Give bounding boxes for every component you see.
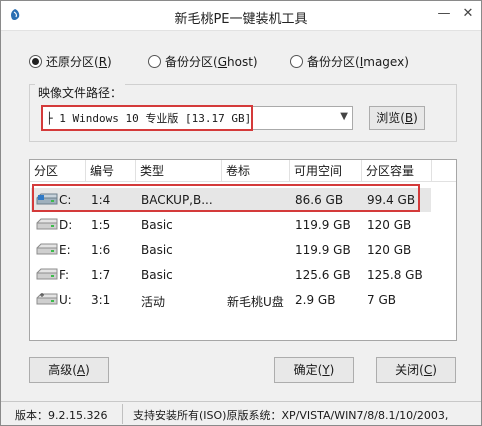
cell-id: 1:6 bbox=[91, 243, 111, 257]
radio-backup-imagex[interactable]: 备份分区(Imagex) bbox=[290, 52, 409, 70]
cell-label: 新毛桃U盘 bbox=[227, 295, 284, 309]
cell-size: 125.8 GB bbox=[367, 268, 423, 282]
radio-restore-label: 还原分区(R) bbox=[46, 54, 112, 69]
supported-systems-text: 支持安装所有(ISO)原版系统：XP/VISTA/WIN7/8/8.1/10/2… bbox=[133, 409, 449, 422]
window-title: 新毛桃PE一键装机工具 bbox=[174, 12, 308, 27]
radio-restore-partition[interactable]: 还原分区(R) bbox=[29, 52, 112, 70]
close-button[interactable]: 关闭(C) bbox=[376, 357, 456, 383]
cell-id: 3:1 bbox=[91, 293, 111, 307]
browse-button[interactable]: 浏览(B) bbox=[369, 106, 425, 130]
table-row[interactable]: F: 1:7 Basic 125.6 GB 125.8 GB bbox=[31, 263, 431, 287]
minimize-button[interactable]: — bbox=[433, 4, 455, 24]
radio-indicator[interactable] bbox=[29, 54, 42, 68]
hard-drive-icon bbox=[36, 243, 58, 255]
radio-backup-ghost-label: 备份分区(Ghost) bbox=[165, 54, 258, 69]
cell-type: 活动 bbox=[141, 295, 166, 309]
cell-free: 125.6 GB bbox=[295, 268, 351, 282]
radio-backup-ghost[interactable]: 备份分区(Ghost) bbox=[148, 52, 258, 70]
status-bar: 版本：9.2.15.326 支持安装所有(ISO)原版系统：XP/VISTA/W… bbox=[1, 401, 481, 425]
cell-type: Basic bbox=[141, 268, 173, 282]
hard-drive-icon bbox=[36, 218, 58, 230]
table-row[interactable]: D: 1:5 Basic 119.9 GB 120 GB bbox=[31, 213, 431, 237]
cell-type: Basic bbox=[141, 218, 173, 232]
table-header: 分区 编号 类型 卷标 可用空间 分区容量 bbox=[30, 160, 456, 182]
cell-type: Basic bbox=[141, 243, 173, 257]
cell-free: 119.9 GB bbox=[295, 218, 351, 232]
column-header-label[interactable]: 卷标 bbox=[222, 160, 290, 182]
image-path-label: 映像文件路径： bbox=[35, 84, 126, 101]
usb-drive-icon bbox=[36, 293, 58, 305]
column-header-number[interactable]: 编号 bbox=[86, 160, 136, 182]
cell-free: 119.9 GB bbox=[295, 243, 351, 257]
close-window-button[interactable]: ✕ bbox=[457, 4, 479, 24]
column-header-partition[interactable]: 分区 bbox=[30, 160, 86, 182]
ok-button[interactable]: 确定(Y) bbox=[274, 357, 354, 383]
cell-drive: F: bbox=[59, 268, 70, 282]
selected-row-highlight bbox=[32, 184, 420, 212]
status-divider bbox=[122, 404, 123, 424]
table-row[interactable]: U: 3:1 活动 新毛桃U盘 2.9 GB 7 GB bbox=[31, 288, 431, 312]
cell-id: 1:5 bbox=[91, 218, 111, 232]
cell-id: 1:7 bbox=[91, 268, 111, 282]
cell-drive: U: bbox=[59, 293, 72, 307]
cell-size: 7 GB bbox=[367, 293, 396, 307]
chevron-down-icon[interactable]: ▼ bbox=[340, 111, 348, 122]
column-header-free-space[interactable]: 可用空间 bbox=[290, 160, 362, 182]
title-bar: 新毛桃PE一键装机工具 — ✕ bbox=[1, 1, 481, 31]
radio-indicator[interactable] bbox=[148, 54, 161, 68]
hard-drive-icon bbox=[36, 268, 58, 280]
table-row[interactable]: E: 1:6 Basic 119.9 GB 120 GB bbox=[31, 238, 431, 262]
cell-drive: E: bbox=[59, 243, 71, 257]
image-select-highlight bbox=[41, 105, 253, 131]
cell-drive: D: bbox=[59, 218, 73, 232]
column-header-capacity[interactable]: 分区容量 bbox=[362, 160, 432, 182]
cell-free: 2.9 GB bbox=[295, 293, 336, 307]
cell-size: 120 GB bbox=[367, 218, 412, 232]
column-header-type[interactable]: 类型 bbox=[136, 160, 222, 182]
app-window: 新毛桃PE一键装机工具 — ✕ 还原分区(R) 备份分区(Ghost) 备份分区… bbox=[0, 0, 482, 426]
radio-indicator[interactable] bbox=[290, 54, 303, 68]
version-text: 版本：9.2.15.326 bbox=[15, 409, 108, 422]
cell-size: 120 GB bbox=[367, 243, 412, 257]
advanced-button[interactable]: 高级(A) bbox=[29, 357, 109, 383]
radio-backup-imagex-label: 备份分区(Imagex) bbox=[307, 54, 409, 69]
